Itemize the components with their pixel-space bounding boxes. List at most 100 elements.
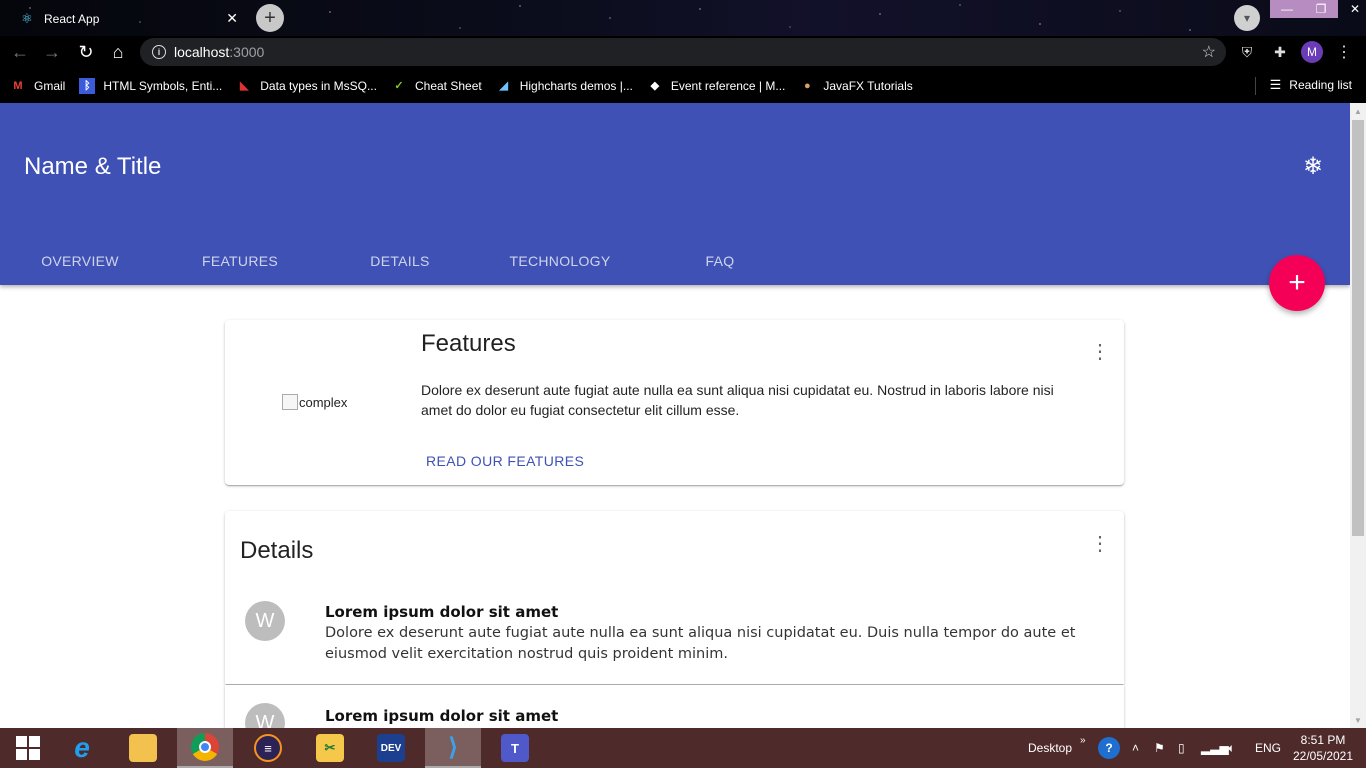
reload-icon[interactable]: ↻ [74, 40, 98, 64]
tab-search-icon[interactable]: ▾ [1234, 5, 1260, 31]
network-icon[interactable]: ▂▃▅ [1201, 728, 1229, 768]
bookmark-cheat-sheet[interactable]: ✓ Cheat Sheet [391, 78, 481, 94]
teams-icon: T [501, 734, 529, 762]
scroll-up-icon[interactable]: ▲ [1350, 103, 1366, 119]
shield-extension-icon[interactable]: ⛨ [1237, 42, 1257, 62]
bookmark-gmail[interactable]: M Gmail [10, 78, 65, 94]
window-controls: — ❐ ✕ [1270, 0, 1366, 18]
snipping-tool-button[interactable]: ✂ [302, 728, 358, 768]
flag-icon[interactable]: ⚑ [1154, 728, 1165, 768]
restore-icon[interactable]: ❐ [1304, 0, 1338, 18]
list-item-title: Lorem ipsum dolor sit amet [325, 603, 559, 621]
bookmark-javafx[interactable]: ● JavaFX Tutorials [799, 78, 913, 94]
tab-technology[interactable]: TECHNOLOGY [480, 236, 640, 285]
page-scrollbar[interactable]: ▲ ▼ [1350, 103, 1366, 728]
bookmarks-bar: M Gmail ᛒ HTML Symbols, Enti... ◣ Data type… [0, 68, 1366, 103]
close-tab-icon[interactable]: ✕ [226, 10, 238, 27]
bookmark-html-symbols[interactable]: ᛒ HTML Symbols, Enti... [79, 77, 222, 94]
volume-icon[interactable]: 🔈︎ [1228, 728, 1235, 768]
minimize-icon[interactable]: — [1270, 0, 1304, 18]
more-vert-icon[interactable]: ⋮ [1088, 339, 1112, 363]
add-fab-button[interactable]: + [1269, 255, 1325, 311]
file-explorer-button[interactable] [115, 728, 171, 768]
battery-icon[interactable]: ▯ [1178, 728, 1185, 768]
features-title: Features [421, 330, 516, 357]
bookmark-star-icon[interactable]: ☆ [1202, 42, 1216, 62]
desktop-toolbar[interactable]: Desktop » [1028, 728, 1086, 768]
snipping-tool-icon: ✂ [316, 734, 344, 762]
bookmark-event-reference[interactable]: ◆ Event reference | M... [647, 78, 786, 94]
features-body: Dolore ex deserunt aute fugiat aute null… [421, 382, 1054, 418]
chrome-icon [191, 733, 219, 761]
browser-tab[interactable]: ⚛ React App ✕ [8, 4, 248, 34]
devcpp-icon: DEV [377, 734, 405, 762]
url-host: localhost [174, 44, 230, 60]
teams-button[interactable]: T [487, 728, 543, 768]
react-icon: ⚛ [21, 11, 33, 26]
bookmark-highcharts[interactable]: ◢ Highcharts demos |... [496, 78, 632, 94]
list-item-text: Dolore ex deserunt aute fugiat aute null… [325, 625, 1076, 662]
browser-toolbar: ← → ↻ ⌂ i localhost:3000 ☆ ⛨ ✚ M ⋮ [0, 36, 1366, 68]
gmail-icon: M [13, 79, 23, 92]
tab-overview[interactable]: OVERVIEW [0, 236, 160, 285]
cheatsheet-icon: ✓ [394, 80, 404, 92]
snowflake-icon[interactable]: ❄ [1298, 151, 1328, 181]
bookmarks-divider [1255, 77, 1256, 95]
reading-list-icon: ☰ [1269, 77, 1282, 92]
read-features-button[interactable]: READ OUR FEATURES [426, 453, 584, 469]
details-title: Details [240, 537, 314, 564]
tab-details[interactable]: DETAILS [320, 236, 480, 285]
vscode-button[interactable]: ⟩ [425, 728, 481, 768]
more-vert-icon[interactable]: ⋮ [1088, 531, 1112, 555]
details-card: Details ⋮ W Lorem ipsum dolor sit amet D… [225, 511, 1124, 684]
tab-faq[interactable]: FAQ [640, 236, 800, 285]
start-button[interactable] [0, 728, 56, 768]
show-hidden-icons-icon[interactable]: ˄ [1132, 728, 1139, 768]
chrome-button[interactable] [177, 728, 233, 768]
profile-avatar[interactable]: M [1301, 41, 1323, 63]
home-icon[interactable]: ⌂ [106, 40, 130, 64]
site-info-icon[interactable]: i [152, 45, 166, 59]
bluetooth-icon: ᛒ [79, 77, 96, 94]
windows-logo-icon [16, 736, 40, 760]
bookmark-data-types[interactable]: ◣ Data types in MsSQ... [236, 78, 377, 94]
internet-explorer-icon: e [74, 732, 90, 763]
chevron-right-icon: » [1080, 734, 1086, 746]
clock-time: 8:51 PM [1300, 733, 1346, 747]
help-tray-icon[interactable]: ? [1098, 728, 1120, 768]
scroll-down-icon[interactable]: ▼ [1350, 712, 1366, 728]
features-card: complex Features ⋮ Dolore ex deserunt au… [225, 320, 1124, 485]
highcharts-icon: ◢ [499, 80, 508, 92]
extensions-puzzle-icon[interactable]: ✚ [1270, 42, 1290, 62]
window-close-icon[interactable]: ✕ [1338, 0, 1366, 18]
image-alt-text: complex [299, 394, 348, 410]
chrome-menu-icon[interactable]: ⋮ [1336, 42, 1352, 62]
javafx-icon: ● [804, 79, 811, 92]
address-bar[interactable]: i localhost:3000 ☆ [140, 38, 1226, 66]
url-port: :3000 [229, 44, 265, 60]
windows-taskbar: e ≡ ✂ DEV ⟩ T Desktop » ? ˄ ⚑ ▯ ▂▃▅ 🔈︎ E… [0, 728, 1366, 768]
app-title: Name & Title [24, 153, 162, 180]
internet-explorer-button[interactable]: e [54, 728, 110, 768]
features-image: complex [282, 394, 347, 410]
tab-title: React App [44, 12, 100, 26]
list-item-title: Lorem ipsum dolor sit amet [325, 707, 559, 725]
new-tab-button[interactable]: + [256, 4, 284, 32]
nav-tabs: OVERVIEW FEATURES DETAILS TECHNOLOGY FAQ [0, 236, 800, 285]
forward-icon[interactable]: → [40, 40, 64, 64]
clock-date: 22/05/2021 [1292, 749, 1354, 763]
tab-features[interactable]: FEATURES [160, 236, 320, 285]
reading-list-button[interactable]: ☰ Reading list [1270, 77, 1352, 93]
back-icon[interactable]: ← [8, 40, 32, 64]
system-clock[interactable]: 8:51 PM 22/05/2021 [1288, 732, 1358, 764]
app-bar: Name & Title ❄ OVERVIEW FEATURES DETAILS… [0, 103, 1350, 285]
desktop-label: Desktop [1028, 741, 1073, 755]
mdn-icon: ◆ [650, 80, 660, 92]
browser-titlebar: ⚛ React App ✕ + ▾ — ❐ ✕ [0, 0, 1366, 36]
language-indicator[interactable]: ENG [1255, 728, 1281, 768]
eclipse-icon: ≡ [254, 734, 282, 762]
eclipse-button[interactable]: ≡ [240, 728, 296, 768]
scrollbar-thumb[interactable] [1352, 120, 1364, 536]
devcpp-button[interactable]: DEV [363, 728, 419, 768]
vscode-icon: ⟩ [448, 733, 458, 761]
